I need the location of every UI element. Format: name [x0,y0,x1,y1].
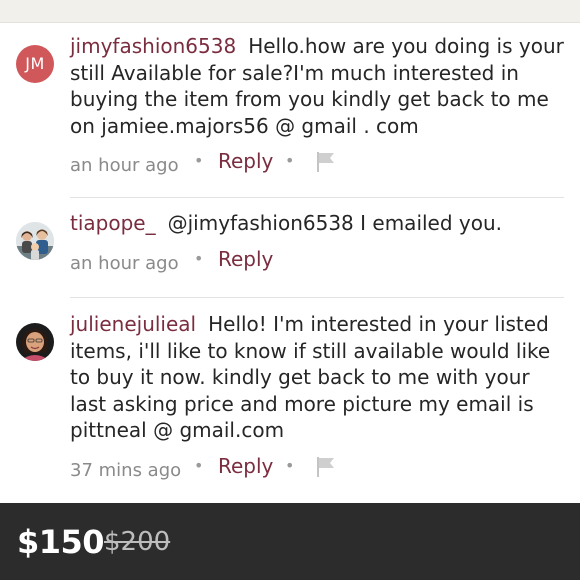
comment-text: tiapope_ @jimyfashion6538 I emailed you. [70,210,566,237]
current-price: $150 [17,523,105,561]
meta-separator: • [285,455,295,475]
avatar-photo [16,323,54,361]
meta-separator: • [194,455,204,475]
reply-button[interactable]: Reply [218,149,273,173]
original-price: $200 [104,527,171,557]
price-bar: $150 $200 [0,503,580,580]
comment-divider [70,197,564,198]
comment-meta: 37 mins ago • Reply • [70,454,566,484]
avatar[interactable]: JM [16,45,54,83]
avatar-initials: JM [25,54,45,73]
meta-separator: • [285,151,295,170]
avatar[interactable] [16,222,54,260]
avatar[interactable] [16,323,54,361]
flag-icon[interactable] [316,456,336,478]
comment-body: jimyfashion6538 Hello.how are you doing i… [70,33,566,179]
meta-separator: • [194,151,204,170]
top-strip [0,0,580,23]
avatar-photo [16,222,54,260]
comment-body: julienejulieal Hello! I'm interested in y… [70,311,566,484]
comment-text: julienejulieal Hello! I'm interested in y… [70,311,566,444]
comment-username[interactable]: julienejulieal [70,312,196,336]
comment-time: an hour ago [70,155,179,176]
comment-time: 37 mins ago [70,459,182,481]
comment-time: an hour ago [70,252,179,274]
meta-separator: • [194,248,204,268]
comment-divider [70,297,564,298]
comments-list: JM jimyfashion6538 Hello.how are you doin… [0,23,580,503]
reply-button[interactable]: Reply [218,247,273,271]
comment-username[interactable]: tiapope_ [70,211,156,235]
flag-icon[interactable] [316,151,336,173]
comment-username[interactable]: jimyfashion6538 [70,34,236,58]
comment-message: @jimyfashion6538 I emailed you. [167,211,503,235]
comment-text: jimyfashion6538 Hello.how are you doing i… [70,33,566,139]
comment-meta: an hour ago • Reply [70,247,566,277]
comment-body: tiapope_ @jimyfashion6538 I emailed you. … [70,210,566,277]
comment-meta: an hour ago • Reply • [70,149,566,179]
reply-button[interactable]: Reply [218,454,273,478]
